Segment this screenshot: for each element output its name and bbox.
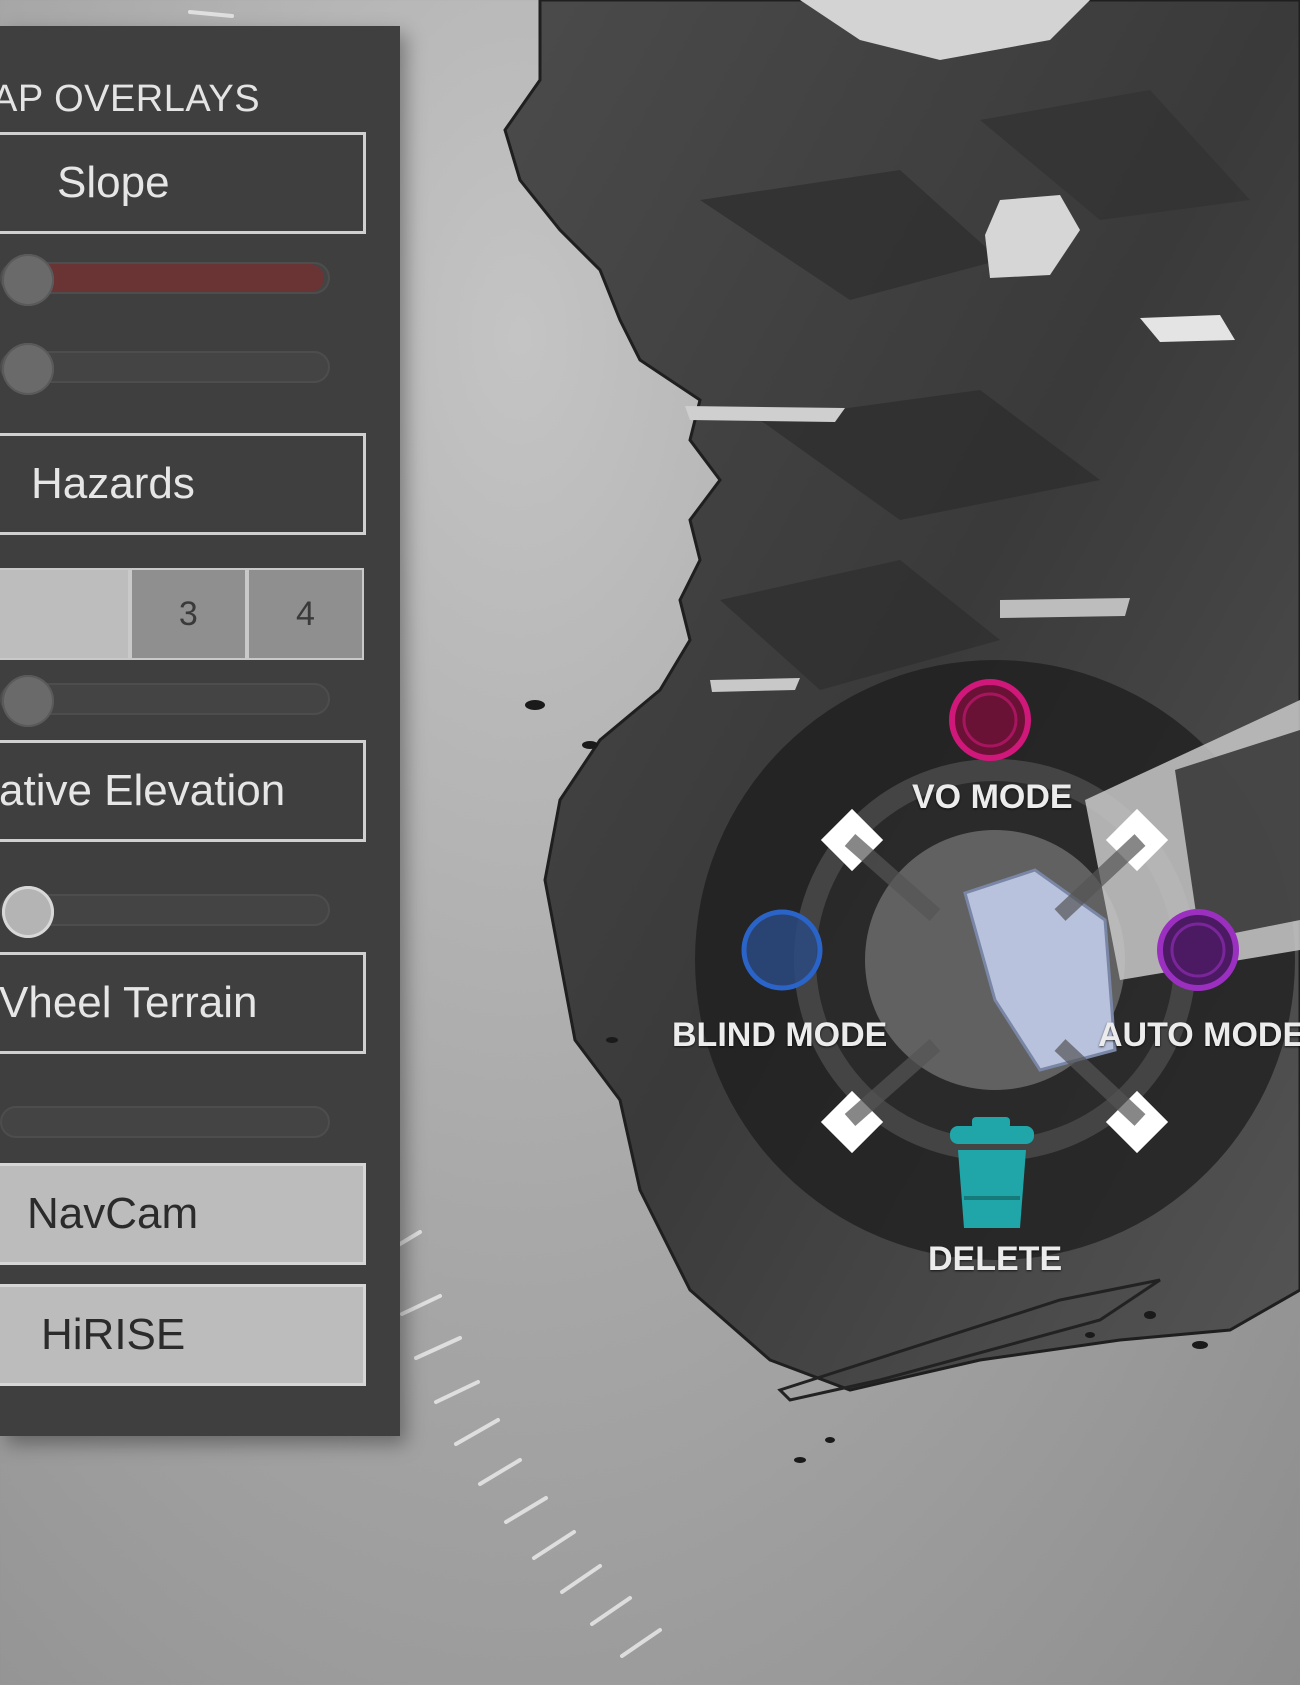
navcam-layer-label: NavCam xyxy=(27,1189,199,1238)
navcam-layer-button[interactable]: NavCam xyxy=(0,1163,366,1265)
relative-elevation-layer-label: ative Elevation xyxy=(0,766,286,815)
relative-elevation-layer-button[interactable]: ative Elevation xyxy=(0,740,366,842)
hazard-level-segment[interactable]: 4 xyxy=(246,568,364,660)
hazards-layer-label: Hazards xyxy=(31,459,195,508)
blind-mode-label[interactable]: BLIND MODE xyxy=(672,1016,887,1055)
auto-mode-label[interactable]: AUTO MODE xyxy=(1098,1016,1300,1055)
slope-layer-label: Slope xyxy=(57,158,170,207)
hazard-level-segment[interactable] xyxy=(0,568,130,660)
wheel-terrain-layer-button[interactable]: Vheel Terrain xyxy=(0,952,366,1054)
hirise-layer-label: HiRISE xyxy=(41,1310,186,1359)
blind-mode-icon[interactable] xyxy=(741,909,823,991)
vo-mode-icon[interactable] xyxy=(949,679,1031,761)
panel-title: AP OVERLAYS xyxy=(0,78,261,120)
hazard-level-segment[interactable]: 3 xyxy=(129,568,247,660)
slope-layer-button[interactable]: Slope xyxy=(0,132,366,234)
slope-opacity-thumb[interactable] xyxy=(2,343,54,395)
hazards-opacity-thumb[interactable] xyxy=(2,675,54,727)
auto-mode-icon[interactable] xyxy=(1157,909,1239,991)
slope-range-slider[interactable] xyxy=(0,254,330,306)
hazards-layer-button[interactable]: Hazards xyxy=(0,433,366,535)
hazards-opacity-slider[interactable] xyxy=(0,675,330,727)
wheel-terrain-layer-label: Vheel Terrain xyxy=(0,978,258,1027)
slope-opacity-slider[interactable] xyxy=(0,343,330,395)
relative-elevation-opacity-slider[interactable] xyxy=(0,886,330,938)
relative-elevation-opacity-thumb[interactable] xyxy=(2,886,54,938)
vo-mode-label[interactable]: VO MODE xyxy=(912,778,1073,817)
delete-label[interactable]: DELETE xyxy=(928,1240,1062,1279)
map-overlays-panel: AP OVERLAYS Slope Hazards 3 4 ative Elev… xyxy=(0,26,400,1436)
slope-range-thumb[interactable] xyxy=(2,254,54,306)
hazard-level-selector: 3 4 xyxy=(0,568,364,660)
wheel-terrain-opacity-slider[interactable] xyxy=(0,1106,330,1138)
hirise-layer-button[interactable]: HiRISE xyxy=(0,1284,366,1386)
slope-range-fill xyxy=(28,264,324,292)
